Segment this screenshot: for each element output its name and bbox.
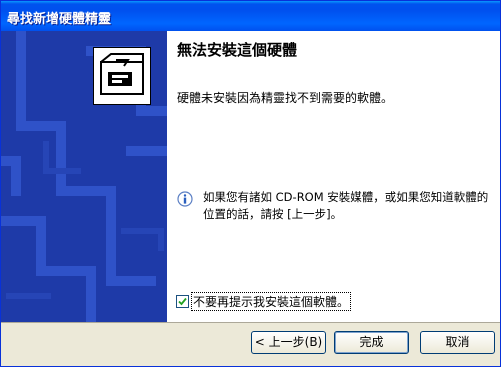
info-icon — [177, 191, 193, 207]
dont-prompt-checkbox-row[interactable]: 不要再提示我安裝這個軟體。 — [176, 292, 352, 311]
checkmark-icon — [178, 297, 187, 306]
back-button[interactable]: < 上一步(B) — [251, 331, 326, 354]
page-heading: 無法安裝這個硬體 — [177, 41, 298, 59]
title-bar[interactable]: 尋找新增硬體精靈 — [1, 1, 500, 31]
info-text: 如果您有諸如 CD-ROM 安裝媒體，或如果您知道軟體的位置的話，請按 [上一步… — [203, 190, 489, 221]
finish-button[interactable]: 完成 — [334, 331, 409, 354]
wizard-content: 無法安裝這個硬體 硬體未安裝因為精靈找不到需要的軟體。 如果您有諸如 CD-RO… — [167, 31, 500, 322]
dont-prompt-label[interactable]: 不要再提示我安裝這個軟體。 — [190, 292, 352, 311]
cancel-button[interactable]: 取消 — [420, 331, 495, 354]
wizard-window: 尋找新增硬體精靈 無法安裝這個硬體 硬體未安裝因為精靈找不到需要的軟體。 如果您… — [0, 0, 501, 367]
window-title: 尋找新增硬體精靈 — [7, 12, 112, 27]
wizard-sidebar — [1, 31, 167, 322]
hardware-install-icon — [93, 47, 151, 105]
page-message: 硬體未安裝因為精靈找不到需要的軟體。 — [177, 91, 394, 105]
button-bar: < 上一步(B) 完成 取消 — [1, 322, 500, 366]
dont-prompt-checkbox[interactable] — [176, 295, 189, 308]
